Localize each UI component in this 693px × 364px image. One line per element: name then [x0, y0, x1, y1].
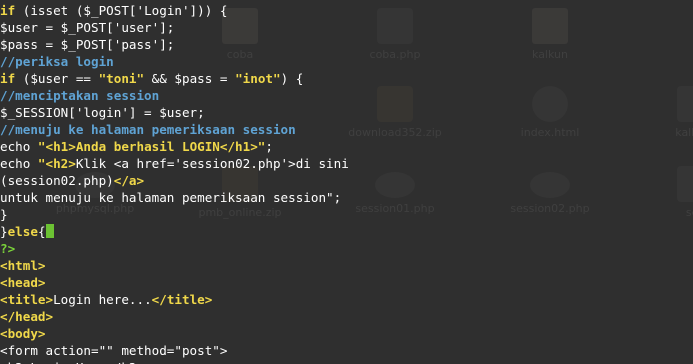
code-token: "toni" — [98, 71, 145, 86]
background-file-icon: session01.php — [340, 166, 450, 215]
code-token: ; — [265, 139, 273, 154]
code-token: </a> — [113, 173, 145, 188]
code-token: <form action="" method="post"> — [0, 343, 228, 358]
code-line[interactable]: //menuju ke halaman pemeriksaan session — [0, 121, 349, 138]
code-token: && $pass = — [144, 71, 236, 86]
code-token: Login here... — [53, 292, 152, 307]
code-token: </title> — [151, 292, 213, 307]
code-token: <head> — [0, 275, 46, 290]
code-line[interactable]: <title>Login here...</title> — [0, 291, 349, 308]
code-line[interactable]: $user = $_POST['user']; — [0, 19, 349, 36]
code-line[interactable]: //periksa login — [0, 53, 349, 70]
code-token: <body> — [0, 326, 46, 341]
code-line[interactable]: <head> — [0, 274, 349, 291]
code-token: <h2>Login Here</h2> — [0, 360, 144, 364]
background-file-icon: download352.zip — [340, 86, 450, 139]
code-line[interactable]: <h2>Login Here</h2> — [0, 359, 349, 364]
background-file-icon: kalkun. — [640, 86, 693, 139]
file-icon — [677, 166, 693, 202]
code-token: //menciptakan session — [0, 88, 160, 103]
code-token: "<h2> — [37, 156, 76, 171]
code-line[interactable]: echo "<h2>Klik <a href='session02.php'>d… — [0, 155, 349, 172]
code-line[interactable]: $pass = $_POST['pass']; — [0, 36, 349, 53]
code-token: $pass = $_POST['pass']; — [0, 37, 175, 52]
code-line[interactable]: ?> — [0, 240, 349, 257]
code-token: //periksa login — [0, 54, 114, 69]
code-token: else — [7, 224, 38, 239]
code-token: } — [0, 207, 8, 222]
background-file-label: kalkun. — [675, 126, 693, 139]
code-area[interactable]: if (isset ($_POST['Login'])) {$user = $_… — [0, 0, 349, 364]
background-file-icon: kalkun — [495, 8, 605, 61]
code-token: <title> — [0, 292, 54, 307]
code-line[interactable]: } — [0, 206, 349, 223]
code-line[interactable]: $_SESSION['login'] = $user; — [0, 104, 349, 121]
code-token: </head> — [0, 309, 54, 324]
code-token: if — [0, 3, 16, 18]
background-file-label: kalkun — [532, 48, 568, 61]
code-token: (isset ($_POST['Login'])) { — [15, 3, 228, 18]
background-file-label: coba.php — [369, 48, 421, 61]
code-token: "inot" — [235, 71, 281, 86]
folder-icon — [532, 8, 568, 44]
file-icon — [677, 86, 693, 122]
code-line[interactable]: }else{ — [0, 223, 349, 240]
code-line[interactable]: //menciptakan session — [0, 87, 349, 104]
html-icon — [532, 86, 568, 122]
code-token: <html> — [0, 258, 46, 273]
background-file-icon: index.html — [495, 86, 605, 139]
code-editor[interactable]: coba coba.php kalkun download352.zip index.h… — [0, 0, 693, 364]
code-line[interactable]: echo "<h1>Anda berhasil LOGIN</h1>"; — [0, 138, 349, 155]
code-token: { — [37, 224, 46, 239]
php-icon — [530, 172, 570, 198]
code-token: Klik <a href='session02.php'>di sini — [75, 156, 349, 171]
background-file-label: session01.php — [355, 202, 435, 215]
zip-icon — [377, 86, 413, 122]
code-token: ($user == — [15, 71, 99, 86]
background-file-label: download352.zip — [348, 126, 442, 139]
php-icon — [375, 172, 415, 198]
code-token: (session02.php) — [0, 173, 114, 188]
text-cursor — [45, 224, 54, 238]
code-token: echo — [0, 156, 38, 171]
code-token: if — [0, 71, 16, 86]
file-icon — [377, 8, 413, 44]
code-token: ) { — [280, 71, 304, 86]
background-file-icon: coba.php — [340, 8, 450, 61]
code-token: $user = $_POST['user']; — [0, 20, 175, 35]
code-line[interactable]: untuk menuju ke halaman pemeriksaan sess… — [0, 189, 349, 206]
code-token: //menuju ke halaman pemeriksaan session — [0, 122, 296, 137]
code-token: untuk menuju ke halaman pemeriksaan sess… — [0, 190, 342, 205]
background-file-label: ses — [685, 206, 693, 219]
code-token: ?> — [0, 241, 16, 256]
code-token: } — [0, 224, 8, 239]
code-line[interactable]: (session02.php)</a> — [0, 172, 349, 189]
code-line[interactable]: <body> — [0, 325, 349, 342]
code-line[interactable]: <html> — [0, 257, 349, 274]
code-line[interactable]: if ($user == "toni" && $pass = "inot") { — [0, 70, 349, 87]
code-token: echo — [0, 139, 38, 154]
background-file-icon: session02.php — [495, 166, 605, 215]
background-file-icon: ses — [640, 166, 693, 219]
code-line[interactable]: <form action="" method="post"> — [0, 342, 349, 359]
code-line[interactable]: if (isset ($_POST['Login'])) { — [0, 2, 349, 19]
background-file-label: index.html — [520, 126, 580, 139]
background-file-label: session02.php — [510, 202, 590, 215]
code-line[interactable]: </head> — [0, 308, 349, 325]
code-token: "<h1>Anda berhasil LOGIN</h1>" — [37, 139, 266, 154]
code-token: $_SESSION['login'] = $user; — [0, 105, 205, 120]
